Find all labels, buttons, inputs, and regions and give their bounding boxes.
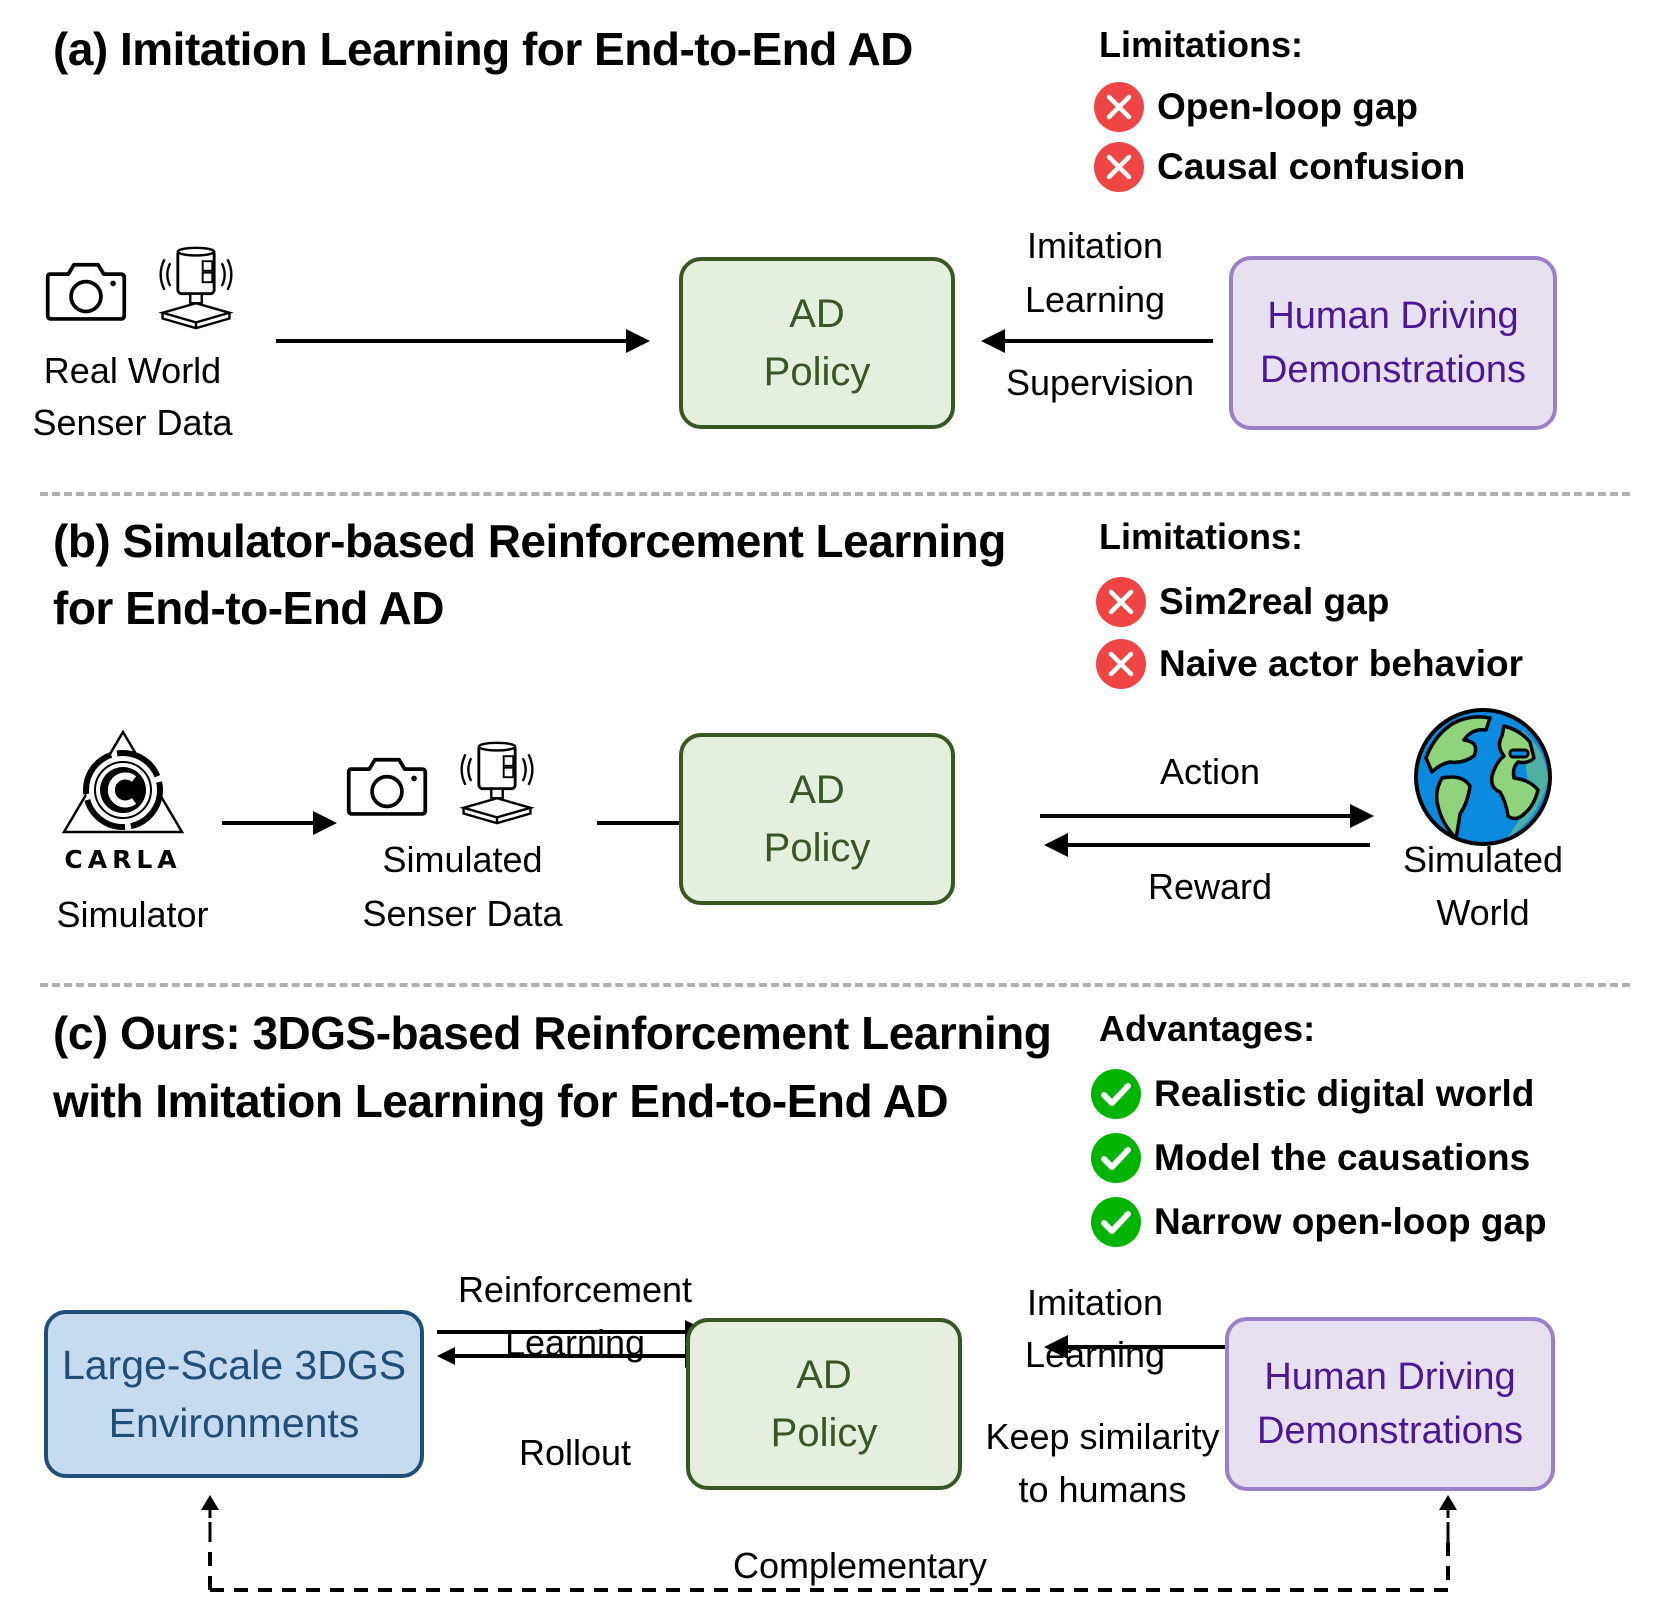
ad-policy-box: AD Policy xyxy=(679,733,955,905)
il-label-line1: Imitation xyxy=(1026,1282,1164,1323)
reward-label: Reward xyxy=(1147,866,1273,907)
supervision-label: Supervision xyxy=(1005,362,1195,403)
panel-c-arrows xyxy=(201,1320,1457,1592)
imitation-learning-label-line1: Imitation xyxy=(1026,225,1164,266)
complementary-label: Complementary xyxy=(732,1545,988,1586)
keep-similarity-label-line2: to humans xyxy=(1018,1469,1187,1510)
policy-label-line2: Policy xyxy=(763,826,871,870)
policy-label-line2: Policy xyxy=(763,350,871,394)
human-label-line1: Human Driving xyxy=(1264,1356,1516,1398)
human-demonstrations-box: Human Driving Demonstrations xyxy=(1225,1317,1555,1491)
ad-policy-box: AD Policy xyxy=(679,257,955,429)
imitation-learning-label-line2: Learning xyxy=(1024,279,1166,320)
policy-label-line1: AD xyxy=(796,1353,852,1397)
globe-icon xyxy=(1414,708,1552,846)
human-label-line2: Demonstrations xyxy=(1259,349,1527,391)
policy-label-line2: Policy xyxy=(770,1411,878,1455)
human-demonstrations-box: Human Driving Demonstrations xyxy=(1229,256,1557,430)
policy-label-line1: AD xyxy=(789,768,845,812)
action-label: Action xyxy=(1159,751,1261,792)
keep-similarity-label-line1: Keep similarity xyxy=(985,1416,1220,1457)
human-label-line2: Demonstrations xyxy=(1256,1410,1524,1452)
simulated-world-label-line2: World xyxy=(1436,892,1530,933)
policy-label-line1: AD xyxy=(789,292,845,336)
rollout-arrow-left-head xyxy=(437,1347,455,1365)
il-label-line2: Learning xyxy=(1024,1334,1166,1375)
human-label-line1: Human Driving xyxy=(1267,295,1519,337)
simulated-world-label-line1: Simulated xyxy=(1402,839,1564,880)
ad-policy-box: AD Policy xyxy=(686,1318,962,1490)
